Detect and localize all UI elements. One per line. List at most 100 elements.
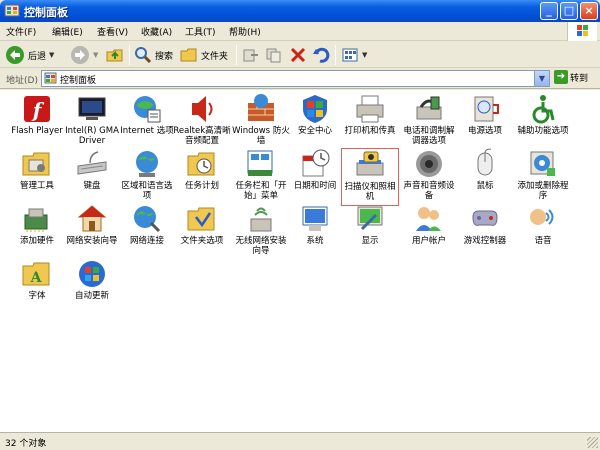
menu-file[interactable]: 文件(F) <box>6 25 36 38</box>
control-panel-item-label: Flash Player <box>11 126 63 136</box>
toolbar-separator <box>129 45 130 65</box>
printer-fax-icon <box>354 93 386 125</box>
control-panel-item[interactable]: 键盘 <box>63 148 121 206</box>
control-panel-item[interactable]: 自动更新 <box>63 258 121 316</box>
control-panel-item-label: 电源选项 <box>467 126 502 136</box>
control-panel-item[interactable]: 日期和时间 <box>286 148 344 206</box>
close-button[interactable]: × <box>580 2 598 20</box>
realtek-audio-icon <box>186 93 218 125</box>
keyboard-icon <box>76 148 108 180</box>
network-connections-icon <box>131 203 163 235</box>
go-button[interactable]: ➔ 转到 <box>554 70 588 84</box>
title-bar[interactable]: 控制面板 _ □ × <box>0 0 600 22</box>
control-panel-item[interactable]: 游戏控制器 <box>456 203 514 261</box>
views-button[interactable]: ▼ <box>341 44 367 66</box>
control-panel-item-label: 添加硬件 <box>19 236 54 246</box>
control-panel-item[interactable]: 鼠标 <box>456 148 514 206</box>
flash-player-icon: f <box>21 93 53 125</box>
control-panel-item[interactable]: Windows 防火墙 <box>232 93 290 151</box>
control-panel-item-label: 安全中心 <box>297 126 332 136</box>
control-panel-item-label: 系统 <box>306 236 324 246</box>
control-panel-item-label: 键盘 <box>83 181 101 191</box>
game-controllers-icon <box>469 203 501 235</box>
maximize-button[interactable]: □ <box>560 2 578 20</box>
back-button[interactable]: 后退 ▼ <box>5 44 54 66</box>
control-panel-item[interactable]: 无线网络安装向导 <box>232 203 290 261</box>
region-language-icon <box>131 148 163 180</box>
search-button[interactable]: 搜索 <box>134 44 173 66</box>
menu-view[interactable]: 查看(V) <box>97 25 128 38</box>
menu-favorites[interactable]: 收藏(A) <box>141 25 172 38</box>
up-folder-button[interactable] <box>105 44 125 66</box>
control-panel-item[interactable]: 管理工具 <box>8 148 66 206</box>
status-text: 32 个对象 <box>5 439 47 449</box>
control-panel-item[interactable]: 语音 <box>514 203 572 261</box>
firewall-icon <box>245 93 277 125</box>
control-panel-item[interactable]: Realtek高清晰音频配置 <box>173 93 231 151</box>
control-panel-item[interactable]: 声音和音频设备 <box>400 148 458 206</box>
control-panel-item-label: Realtek高清晰音频配置 <box>173 126 231 146</box>
folders-button[interactable]: 文件夹 <box>180 44 228 66</box>
control-panel-item[interactable]: 添加硬件 <box>8 203 66 261</box>
control-panel-item[interactable]: 显示 <box>341 203 399 261</box>
address-dropdown-icon[interactable]: ▼ <box>534 71 549 86</box>
speech-icon <box>527 203 559 235</box>
control-panel-item-label: 显示 <box>361 236 379 246</box>
control-panel-item[interactable]: 电源选项 <box>456 93 514 151</box>
scanner-camera-icon <box>354 149 386 181</box>
menu-help[interactable]: 帮助(H) <box>229 25 261 38</box>
resize-grip[interactable] <box>587 437 598 448</box>
display-icon <box>354 203 386 235</box>
copy-to-button[interactable] <box>265 44 283 66</box>
control-panel-item[interactable]: Internet 选项 <box>118 93 176 151</box>
move-to-button[interactable] <box>242 44 260 66</box>
address-input[interactable]: 控制面板 ▼ <box>41 70 550 87</box>
control-panel-item[interactable]: 任务计划 <box>173 148 231 206</box>
control-panel-icon <box>4 4 20 17</box>
control-panel-item-label: 电话和调制解调器选项 <box>403 126 455 146</box>
control-panel-item-label: 管理工具 <box>19 181 54 191</box>
move-to-icon <box>243 49 258 62</box>
control-panel-item[interactable]: 文件夹选项 <box>173 203 231 261</box>
control-panel-item-label: 游戏控制器 <box>463 236 507 246</box>
control-panel-item[interactable]: 添加或删除程序 <box>514 148 572 206</box>
control-panel-item[interactable]: Intel(R) GMA Driver <box>63 93 121 151</box>
control-panel-content: f Flash Player Intel(R) GMA Driver Internet… <box>0 90 600 432</box>
control-panel-item[interactable]: 用户帐户 <box>400 203 458 261</box>
control-panel-item-label: 鼠标 <box>476 181 494 191</box>
control-panel-item[interactable]: 网络安装向导 <box>63 203 121 261</box>
views-icon <box>342 48 358 62</box>
control-panel-item-label: 用户帐户 <box>411 236 446 246</box>
minimize-button[interactable]: _ <box>540 2 558 20</box>
delete-button[interactable] <box>289 44 307 66</box>
menu-edit[interactable]: 编辑(E) <box>52 25 83 38</box>
control-panel-item[interactable]: 区域和语言选项 <box>118 148 176 206</box>
control-panel-item[interactable]: f Flash Player <box>8 93 66 151</box>
svg-text:A: A <box>30 270 43 286</box>
add-remove-programs-icon <box>527 148 559 180</box>
control-panel-item[interactable]: A 字体 <box>8 258 66 316</box>
sound-audio-icon <box>413 148 445 180</box>
control-panel-item-label: 字体 <box>28 291 46 301</box>
address-label: 地址(D) <box>6 76 38 86</box>
forward-dropdown-icon[interactable]: ▼ <box>93 51 98 59</box>
back-arrow-icon <box>6 46 24 64</box>
undo-button[interactable] <box>312 44 330 66</box>
back-dropdown-icon[interactable]: ▼ <box>49 51 54 59</box>
control-panel-item[interactable]: 任务栏和「开始」菜单 <box>232 148 290 206</box>
up-folder-icon <box>106 49 123 62</box>
back-label: 后退 <box>28 51 47 62</box>
control-panel-item[interactable]: 电话和调制解调器选项 <box>400 93 458 151</box>
control-panel-item[interactable]: 辅助功能选项 <box>514 93 572 151</box>
control-panel-item[interactable]: 网络连接 <box>118 203 176 261</box>
internet-options-icon <box>131 93 163 125</box>
forward-button[interactable]: ▼ <box>70 44 98 66</box>
views-dropdown-icon[interactable]: ▼ <box>362 51 367 59</box>
control-panel-item[interactable]: 打印机和传真 <box>341 93 399 151</box>
control-panel-item[interactable]: 安全中心 <box>286 93 344 151</box>
control-panel-item-label: 日期和时间 <box>293 181 337 191</box>
control-panel-item[interactable]: 扫描仪和照相机 <box>341 148 399 206</box>
menu-tools[interactable]: 工具(T) <box>185 25 216 38</box>
control-panel-item[interactable]: 系统 <box>286 203 344 261</box>
address-value: 控制面板 <box>60 76 97 86</box>
